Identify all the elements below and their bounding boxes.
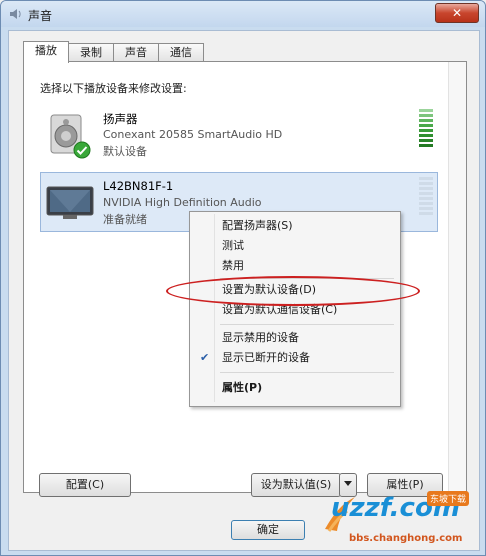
volume-meter (419, 177, 433, 221)
volume-meter (419, 109, 433, 153)
instruction-text: 选择以下播放设备来修改设置: (40, 82, 187, 95)
check-icon: ✔ (200, 351, 210, 364)
device-status: 准备就绪 (103, 213, 147, 226)
highlight-oval (166, 276, 420, 306)
watermark: uzzf.com 东坡下载 bbs.changhong.com (319, 491, 485, 553)
device-name: 扬声器 (103, 112, 138, 126)
device-item-speakers[interactable]: 扬声器 Conexant 20585 SmartAudio HD 默认设备 (40, 104, 438, 164)
menu-item-properties[interactable]: 属性(P) (192, 378, 396, 398)
context-menu: 配置扬声器(S) 测试 禁用 设置为默认设备(D) 设置为默认通信设备(C) 显… (189, 211, 401, 407)
sound-dialog: 声音 ✕ 播放 录制 声音 通信 选择以下播放设备来修改设置: 扬声器 Cone… (0, 0, 486, 556)
device-description: NVIDIA High Definition Audio (103, 196, 262, 209)
tab-communications[interactable]: 通信 (158, 43, 204, 61)
tab-sounds[interactable]: 声音 (113, 43, 159, 61)
device-status: 默认设备 (103, 145, 147, 158)
chevron-down-icon (344, 481, 352, 486)
watermark-url: bbs.changhong.com (349, 533, 463, 544)
menu-separator (220, 372, 394, 373)
device-name: L42BN81F-1 (103, 179, 174, 193)
menu-item-configure-speakers[interactable]: 配置扬声器(S) (192, 216, 396, 236)
window-title: 声音 (28, 9, 53, 23)
tab-playback[interactable]: 播放 (23, 41, 69, 63)
tab-recording[interactable]: 录制 (68, 43, 114, 61)
menu-item-show-disconnected[interactable]: ✔ 显示已断开的设备 (192, 348, 396, 368)
title-bar: 声音 ✕ (1, 1, 485, 27)
ok-button[interactable]: 确定 (231, 520, 305, 540)
menu-item-test[interactable]: 测试 (192, 236, 396, 256)
monitor-icon (46, 186, 94, 219)
menu-item-disable[interactable]: 禁用 (192, 256, 396, 276)
menu-item-show-disabled[interactable]: 显示禁用的设备 (192, 328, 396, 348)
configure-button[interactable]: 配置(C) (39, 473, 131, 497)
device-description: Conexant 20585 SmartAudio HD (103, 128, 283, 141)
close-button[interactable]: ✕ (435, 3, 479, 23)
menu-separator (220, 324, 394, 325)
speaker-icon (10, 9, 21, 19)
list-scrollbar[interactable] (448, 62, 466, 492)
default-check-icon (73, 141, 91, 159)
watermark-tag: 东坡下载 (427, 491, 470, 506)
